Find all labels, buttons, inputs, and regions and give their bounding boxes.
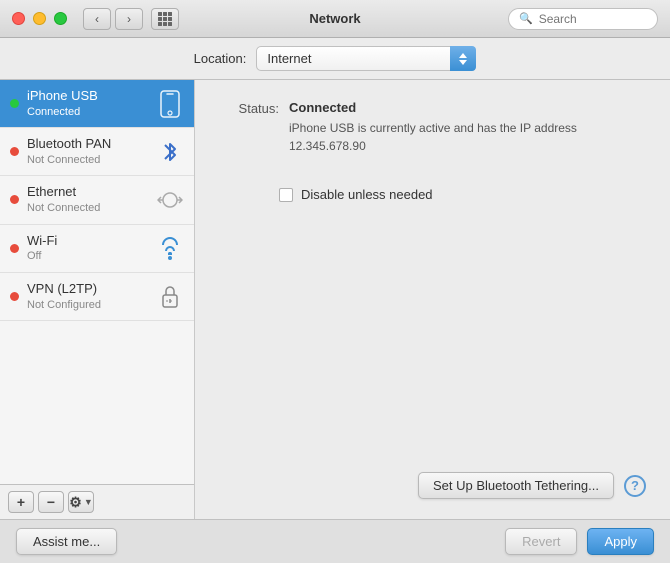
network-list: iPhone USB Connected Bluetooth PAN Not C…: [0, 80, 194, 484]
status-section: Status: Connected iPhone USB is currentl…: [219, 100, 646, 155]
revert-button[interactable]: Revert: [505, 528, 577, 555]
bluetooth-icon: [156, 138, 184, 166]
location-bar: Location: Internet Automatic: [0, 38, 670, 80]
add-network-button[interactable]: +: [8, 491, 34, 513]
location-select[interactable]: Internet Automatic: [256, 46, 476, 71]
maximize-button[interactable]: [54, 12, 67, 25]
vpn-icon: [156, 282, 184, 310]
network-name-ethernet: Ethernet: [27, 184, 156, 201]
status-dot-vpn: [10, 292, 19, 301]
wifi-icon: [156, 234, 184, 262]
search-icon: 🔍: [519, 12, 533, 25]
wifi-dot: [168, 256, 172, 260]
network-name-wifi: Wi-Fi: [27, 233, 156, 250]
status-dot-bluetooth: [10, 147, 19, 156]
minimize-button[interactable]: [33, 12, 46, 25]
network-status-wifi: Off: [27, 249, 156, 263]
sidebar: iPhone USB Connected Bluetooth PAN Not C…: [0, 80, 195, 519]
close-button[interactable]: [12, 12, 25, 25]
detail-bottom-actions: Set Up Bluetooth Tethering... ?: [219, 472, 646, 499]
status-dot-iphone: [10, 99, 19, 108]
iphone-svg-icon: [159, 90, 181, 118]
wifi-arc-small: [168, 252, 172, 255]
location-label: Location:: [194, 51, 247, 66]
network-status-vpn: Not Configured: [27, 298, 156, 312]
footer: Assist me... Revert Apply: [0, 519, 670, 563]
status-description: iPhone USB is currently active and has t…: [289, 119, 646, 155]
network-status-bluetooth: Not Connected: [27, 153, 156, 167]
wifi-arc-medium: [165, 246, 175, 251]
bluetooth-svg-icon: [161, 139, 179, 165]
main-content: iPhone USB Connected Bluetooth PAN Not C…: [0, 80, 670, 519]
search-input[interactable]: [539, 12, 647, 26]
disable-checkbox[interactable]: [279, 188, 293, 202]
detail-panel: Status: Connected iPhone USB is currentl…: [195, 80, 670, 519]
network-status-iphone: Connected: [27, 105, 156, 119]
iphone-icon: [156, 90, 184, 118]
titlebar: ‹ › Network 🔍: [0, 0, 670, 38]
assist-me-button[interactable]: Assist me...: [16, 528, 117, 555]
ethernet-icon: [156, 186, 184, 214]
search-bar[interactable]: 🔍: [508, 8, 658, 30]
sidebar-item-bluetooth-pan[interactable]: Bluetooth PAN Not Connected: [0, 128, 194, 176]
grid-icon: [158, 12, 172, 26]
location-select-wrapper[interactable]: Internet Automatic: [256, 46, 476, 71]
network-name-vpn: VPN (L2TP): [27, 281, 156, 298]
settings-button[interactable]: ⚙ ▼: [68, 491, 94, 513]
nav-buttons: ‹ ›: [83, 8, 143, 30]
wifi-arc-large: [162, 237, 178, 245]
gear-dropdown-icon: ▼: [84, 497, 93, 507]
ethernet-svg-icon: [157, 191, 183, 209]
remove-network-button[interactable]: −: [38, 491, 64, 513]
network-name-iphone: iPhone USB: [27, 88, 156, 105]
grid-button[interactable]: [151, 8, 179, 30]
window-title: Network: [309, 11, 360, 26]
disable-checkbox-row: Disable unless needed: [279, 187, 646, 202]
help-button[interactable]: ?: [624, 475, 646, 497]
sidebar-bottom: + − ⚙ ▼: [0, 484, 194, 519]
back-button[interactable]: ‹: [83, 8, 111, 30]
window-controls: [12, 12, 67, 25]
bluetooth-tethering-button[interactable]: Set Up Bluetooth Tethering...: [418, 472, 614, 499]
sidebar-item-wifi[interactable]: Wi-Fi Off: [0, 225, 194, 273]
status-label: Status:: [219, 100, 289, 116]
status-connected-text: Connected: [289, 100, 646, 115]
network-status-ethernet: Not Connected: [27, 201, 156, 215]
vpn-svg-icon: [159, 283, 181, 309]
disable-checkbox-label: Disable unless needed: [301, 187, 433, 202]
status-info: Connected iPhone USB is currently active…: [289, 100, 646, 155]
detail-spacer: [219, 202, 646, 472]
status-dot-wifi: [10, 244, 19, 253]
sidebar-item-vpn[interactable]: VPN (L2TP) Not Configured: [0, 273, 194, 321]
network-name-bluetooth: Bluetooth PAN: [27, 136, 156, 153]
apply-button[interactable]: Apply: [587, 528, 654, 555]
sidebar-item-ethernet[interactable]: Ethernet Not Connected: [0, 176, 194, 224]
sidebar-item-iphone-usb[interactable]: iPhone USB Connected: [0, 80, 194, 128]
forward-button[interactable]: ›: [115, 8, 143, 30]
status-dot-ethernet: [10, 195, 19, 204]
gear-icon: ⚙: [69, 494, 82, 511]
